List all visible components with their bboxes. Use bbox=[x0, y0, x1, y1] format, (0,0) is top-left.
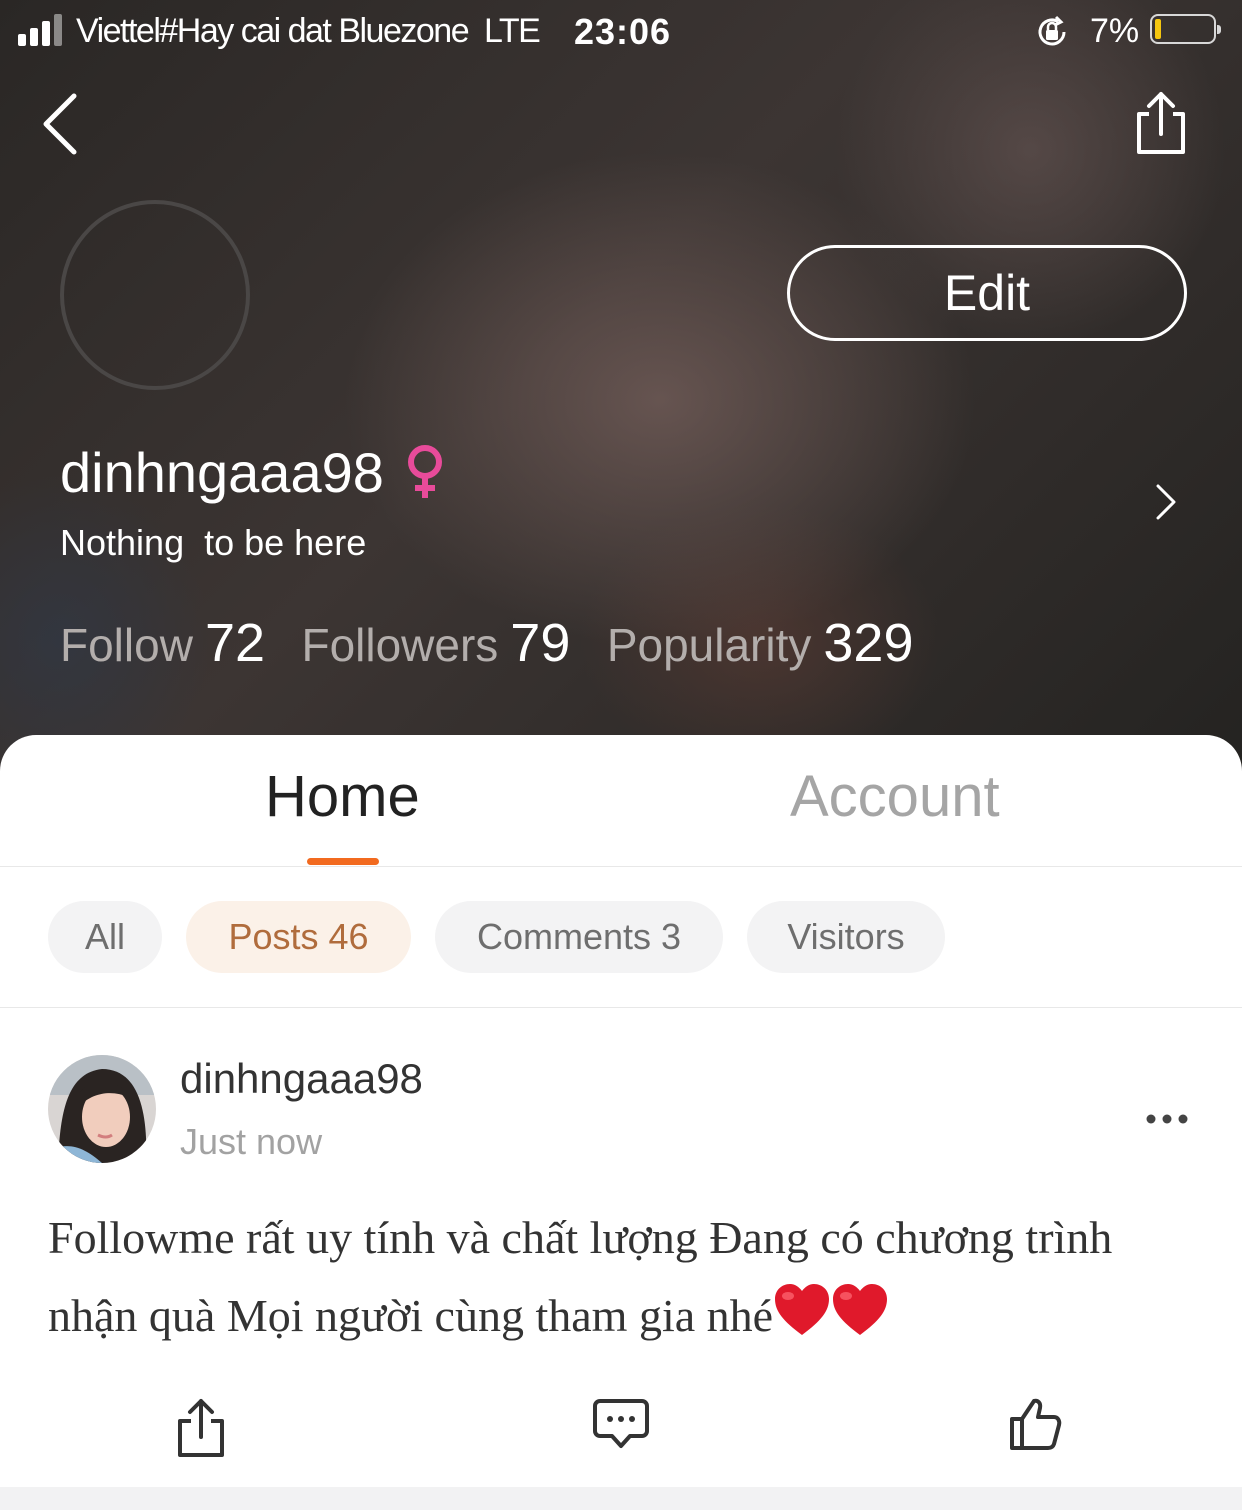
profile-avatar[interactable] bbox=[60, 200, 250, 390]
post-author-avatar[interactable] bbox=[48, 1055, 156, 1163]
more-options-icon[interactable] bbox=[1146, 1113, 1188, 1125]
share-icon[interactable] bbox=[1130, 90, 1192, 156]
carrier-name: Viettel#Hay cai dat Bluezone LTE bbox=[76, 12, 541, 50]
profile-bio: Nothing to be here bbox=[60, 522, 367, 563]
post-body: Followme rất uy tính và chất lượng Đang … bbox=[48, 1199, 1208, 1361]
stat-value: 79 bbox=[510, 613, 571, 673]
post-timestamp: Just now bbox=[180, 1121, 323, 1162]
stat-follow[interactable]: Follow 72 bbox=[60, 612, 265, 674]
heart-emoji-group bbox=[773, 1283, 889, 1361]
post-author-name[interactable]: dinhngaaa98 bbox=[180, 1055, 423, 1103]
stat-label: Followers bbox=[301, 619, 499, 671]
filter-posts[interactable]: Posts 46 bbox=[186, 901, 411, 973]
profile-header: Viettel#Hay cai dat Bluezone LTE 23:06 7… bbox=[0, 0, 1242, 780]
divider bbox=[0, 1007, 1242, 1008]
content-panel: Home Account All Posts 46 Comments 3 Vis… bbox=[0, 735, 1242, 1487]
filter-comments[interactable]: Comments 3 bbox=[435, 901, 723, 973]
filter-all[interactable]: All bbox=[48, 901, 162, 973]
battery-percent: 7% bbox=[1090, 12, 1140, 50]
share-icon[interactable] bbox=[175, 1397, 227, 1459]
comment-icon[interactable] bbox=[592, 1397, 650, 1451]
battery-level bbox=[1155, 19, 1161, 39]
stat-followers[interactable]: Followers 79 bbox=[301, 612, 570, 674]
female-symbol-icon bbox=[408, 445, 442, 498]
tab-home[interactable]: Home bbox=[265, 763, 420, 830]
rotation-lock-icon bbox=[1038, 15, 1066, 46]
tab-account[interactable]: Account bbox=[790, 763, 1000, 830]
stat-label: Follow bbox=[60, 619, 193, 671]
filter-visitors[interactable]: Visitors bbox=[747, 901, 945, 973]
profile-username: dinhngaaa98 bbox=[60, 441, 384, 504]
stat-value: 329 bbox=[823, 613, 914, 673]
chevron-right-icon[interactable] bbox=[1152, 482, 1180, 522]
like-icon[interactable] bbox=[1008, 1397, 1062, 1451]
stat-value: 72 bbox=[204, 613, 266, 673]
heart-emoji bbox=[833, 1284, 888, 1335]
status-time: 23:06 bbox=[574, 11, 672, 52]
stat-popularity[interactable]: Popularity 329 bbox=[607, 612, 914, 674]
network-type: LTE bbox=[484, 12, 541, 50]
battery-icon bbox=[1150, 14, 1221, 44]
profile-stats: Follow 72 Followers 79 Popularity 329 bbox=[60, 612, 946, 674]
divider bbox=[0, 866, 1242, 867]
back-arrow-icon[interactable] bbox=[38, 92, 86, 156]
post-text: Followme rất uy tính và chất lượng Đang … bbox=[48, 1212, 1113, 1341]
status-bar: Viettel#Hay cai dat Bluezone LTE 23:06 7… bbox=[0, 0, 1242, 64]
active-tab-indicator bbox=[307, 858, 379, 865]
stat-label: Popularity bbox=[606, 619, 812, 671]
heart-emoji bbox=[775, 1284, 830, 1335]
edit-profile-button[interactable]: Edit bbox=[787, 245, 1187, 341]
